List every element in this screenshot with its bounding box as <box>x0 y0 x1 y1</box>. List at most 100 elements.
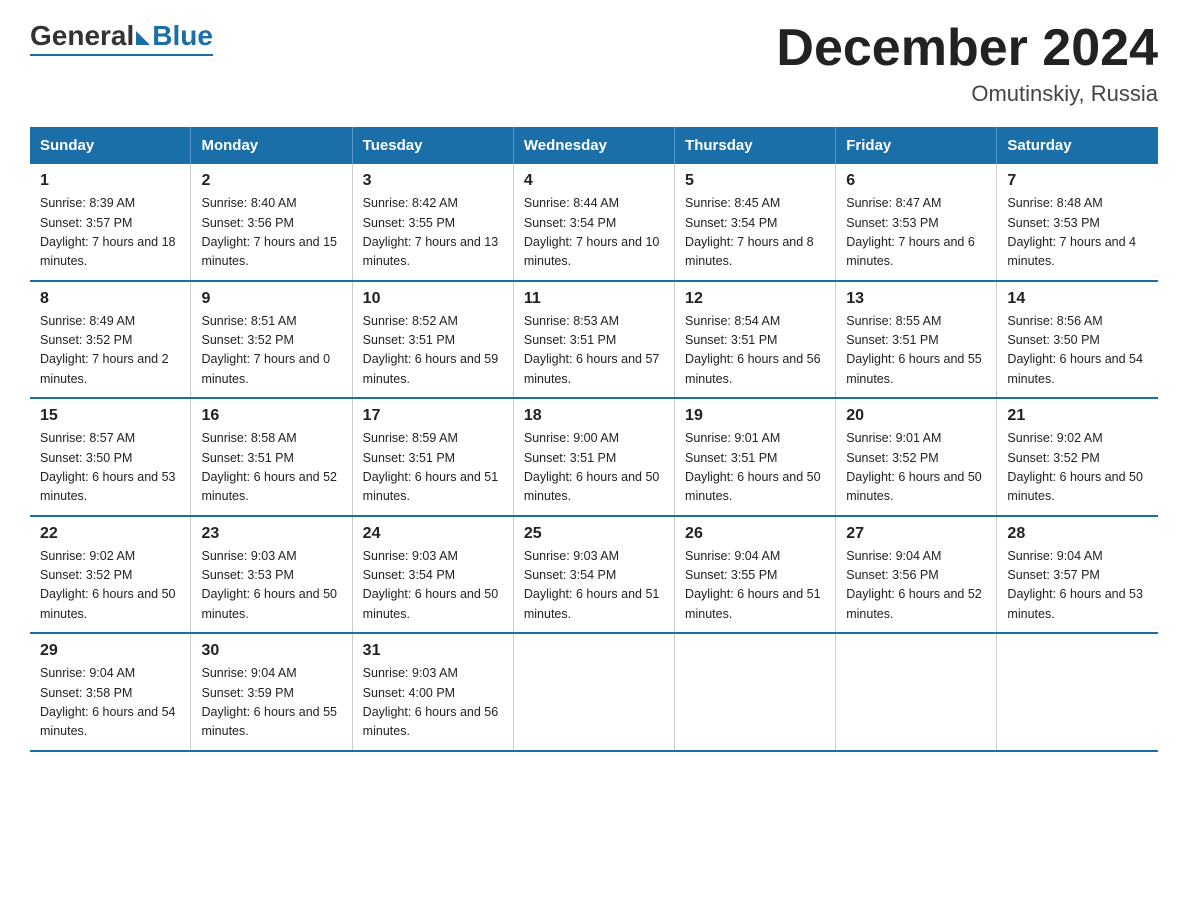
day-info: Sunrise: 9:03 AMSunset: 3:54 PMDaylight:… <box>363 549 499 621</box>
calendar-cell: 16 Sunrise: 8:58 AMSunset: 3:51 PMDayligh… <box>191 398 352 516</box>
calendar-cell: 9Sunrise: 8:51 AMSunset: 3:52 PMDaylight… <box>191 281 352 399</box>
logo-general-text: General <box>30 20 134 52</box>
weekday-header-friday: Friday <box>836 127 997 164</box>
day-number: 9 <box>201 290 341 308</box>
day-number: 3 <box>363 172 503 190</box>
day-info: Sunrise: 9:02 AMSunset: 3:52 PMDaylight:… <box>40 549 176 621</box>
calendar-cell: 14Sunrise: 8:56 AMSunset: 3:50 PMDayligh… <box>997 281 1158 399</box>
calendar-cell: 11Sunrise: 8:53 AMSunset: 3:51 PMDayligh… <box>513 281 674 399</box>
day-info: Sunrise: 9:04 AMSunset: 3:55 PMDaylight:… <box>685 549 821 621</box>
weekday-header-thursday: Thursday <box>675 127 836 164</box>
day-info: Sunrise: 8:59 AMSunset: 3:51 PMDaylight:… <box>363 431 499 503</box>
day-info: Sunrise: 9:01 AMSunset: 3:52 PMDaylight:… <box>846 431 982 503</box>
calendar-cell: 21 Sunrise: 9:02 AMSunset: 3:52 PMDayligh… <box>997 398 1158 516</box>
calendar-cell: 26 Sunrise: 9:04 AMSunset: 3:55 PMDayligh… <box>675 516 836 634</box>
day-number: 20 <box>846 407 986 425</box>
day-number: 19 <box>685 407 825 425</box>
day-number: 6 <box>846 172 986 190</box>
day-number: 10 <box>363 290 503 308</box>
calendar-cell <box>997 633 1158 751</box>
calendar-cell: 24 Sunrise: 9:03 AMSunset: 3:54 PMDayligh… <box>352 516 513 634</box>
day-number: 12 <box>685 290 825 308</box>
day-info: Sunrise: 8:54 AMSunset: 3:51 PMDaylight:… <box>685 314 821 386</box>
day-number: 21 <box>1007 407 1148 425</box>
weekday-header-saturday: Saturday <box>997 127 1158 164</box>
day-number: 17 <box>363 407 503 425</box>
day-number: 5 <box>685 172 825 190</box>
day-info: Sunrise: 8:48 AMSunset: 3:53 PMDaylight:… <box>1007 196 1136 268</box>
day-info: Sunrise: 8:42 AMSunset: 3:55 PMDaylight:… <box>363 196 499 268</box>
day-number: 22 <box>40 525 180 543</box>
day-info: Sunrise: 8:44 AMSunset: 3:54 PMDaylight:… <box>524 196 660 268</box>
calendar-cell: 31 Sunrise: 9:03 AMSunset: 4:00 PMDayligh… <box>352 633 513 751</box>
day-info: Sunrise: 9:04 AMSunset: 3:59 PMDaylight:… <box>201 666 337 738</box>
day-number: 26 <box>685 525 825 543</box>
day-info: Sunrise: 8:55 AMSunset: 3:51 PMDaylight:… <box>846 314 982 386</box>
weekday-header-row: SundayMondayTuesdayWednesdayThursdayFrid… <box>30 127 1158 164</box>
day-number: 28 <box>1007 525 1148 543</box>
day-number: 7 <box>1007 172 1148 190</box>
day-info: Sunrise: 8:58 AMSunset: 3:51 PMDaylight:… <box>201 431 337 503</box>
calendar-table: SundayMondayTuesdayWednesdayThursdayFrid… <box>30 127 1158 752</box>
week-row-3: 15 Sunrise: 8:57 AMSunset: 3:50 PMDayligh… <box>30 398 1158 516</box>
day-info: Sunrise: 9:04 AMSunset: 3:56 PMDaylight:… <box>846 549 982 621</box>
day-info: Sunrise: 8:45 AMSunset: 3:54 PMDaylight:… <box>685 196 814 268</box>
day-info: Sunrise: 8:57 AMSunset: 3:50 PMDaylight:… <box>40 431 176 503</box>
day-number: 30 <box>201 642 341 660</box>
day-number: 16 <box>201 407 341 425</box>
day-info: Sunrise: 8:52 AMSunset: 3:51 PMDaylight:… <box>363 314 499 386</box>
logo-underline <box>30 54 213 56</box>
calendar-cell: 8 Sunrise: 8:49 AMSunset: 3:52 PMDaylight… <box>30 281 191 399</box>
day-number: 23 <box>201 525 341 543</box>
week-row-5: 29Sunrise: 9:04 AMSunset: 3:58 PMDayligh… <box>30 633 1158 751</box>
day-info: Sunrise: 9:03 AMSunset: 3:53 PMDaylight:… <box>201 549 337 621</box>
day-info: Sunrise: 9:00 AMSunset: 3:51 PMDaylight:… <box>524 431 660 503</box>
day-info: Sunrise: 9:04 AMSunset: 3:57 PMDaylight:… <box>1007 549 1143 621</box>
day-number: 4 <box>524 172 664 190</box>
day-number: 1 <box>40 172 180 190</box>
calendar-title: December 2024 <box>776 20 1158 77</box>
day-number: 24 <box>363 525 503 543</box>
calendar-cell: 29Sunrise: 9:04 AMSunset: 3:58 PMDayligh… <box>30 633 191 751</box>
day-number: 15 <box>40 407 180 425</box>
title-block: December 2024 Omutinskiy, Russia <box>776 20 1158 107</box>
calendar-cell <box>836 633 997 751</box>
day-info: Sunrise: 8:39 AMSunset: 3:57 PMDaylight:… <box>40 196 176 268</box>
logo-blue-text: Blue <box>152 20 213 52</box>
week-row-2: 8 Sunrise: 8:49 AMSunset: 3:52 PMDaylight… <box>30 281 1158 399</box>
calendar-cell: 10 Sunrise: 8:52 AMSunset: 3:51 PMDayligh… <box>352 281 513 399</box>
day-number: 29 <box>40 642 180 660</box>
day-info: Sunrise: 9:03 AMSunset: 4:00 PMDaylight:… <box>363 666 499 738</box>
page-header: General Blue December 2024 Omutinskiy, R… <box>30 20 1158 107</box>
day-number: 31 <box>363 642 503 660</box>
calendar-cell: 12 Sunrise: 8:54 AMSunset: 3:51 PMDayligh… <box>675 281 836 399</box>
day-info: Sunrise: 8:49 AMSunset: 3:52 PMDaylight:… <box>40 314 169 386</box>
calendar-cell: 28 Sunrise: 9:04 AMSunset: 3:57 PMDayligh… <box>997 516 1158 634</box>
day-info: Sunrise: 9:03 AMSunset: 3:54 PMDaylight:… <box>524 549 660 621</box>
calendar-cell: 25 Sunrise: 9:03 AMSunset: 3:54 PMDayligh… <box>513 516 674 634</box>
day-number: 27 <box>846 525 986 543</box>
calendar-cell: 30 Sunrise: 9:04 AMSunset: 3:59 PMDayligh… <box>191 633 352 751</box>
logo: General Blue <box>30 20 213 56</box>
calendar-cell: 23 Sunrise: 9:03 AMSunset: 3:53 PMDayligh… <box>191 516 352 634</box>
day-number: 13 <box>846 290 986 308</box>
calendar-cell: 7 Sunrise: 8:48 AMSunset: 3:53 PMDaylight… <box>997 164 1158 281</box>
calendar-cell <box>513 633 674 751</box>
calendar-cell: 27 Sunrise: 9:04 AMSunset: 3:56 PMDayligh… <box>836 516 997 634</box>
calendar-cell: 1 Sunrise: 8:39 AMSunset: 3:57 PMDaylight… <box>30 164 191 281</box>
calendar-cell: 13 Sunrise: 8:55 AMSunset: 3:51 PMDayligh… <box>836 281 997 399</box>
calendar-cell: 3 Sunrise: 8:42 AMSunset: 3:55 PMDaylight… <box>352 164 513 281</box>
calendar-cell: 19Sunrise: 9:01 AMSunset: 3:51 PMDayligh… <box>675 398 836 516</box>
calendar-cell: 2Sunrise: 8:40 AMSunset: 3:56 PMDaylight… <box>191 164 352 281</box>
day-info: Sunrise: 8:47 AMSunset: 3:53 PMDaylight:… <box>846 196 975 268</box>
weekday-header-sunday: Sunday <box>30 127 191 164</box>
day-number: 8 <box>40 290 180 308</box>
day-info: Sunrise: 9:02 AMSunset: 3:52 PMDaylight:… <box>1007 431 1143 503</box>
logo-arrow-icon <box>136 31 150 45</box>
day-number: 25 <box>524 525 664 543</box>
week-row-4: 22 Sunrise: 9:02 AMSunset: 3:52 PMDayligh… <box>30 516 1158 634</box>
calendar-cell: 6 Sunrise: 8:47 AMSunset: 3:53 PMDaylight… <box>836 164 997 281</box>
day-number: 14 <box>1007 290 1148 308</box>
calendar-cell: 22 Sunrise: 9:02 AMSunset: 3:52 PMDayligh… <box>30 516 191 634</box>
day-info: Sunrise: 8:40 AMSunset: 3:56 PMDaylight:… <box>201 196 337 268</box>
